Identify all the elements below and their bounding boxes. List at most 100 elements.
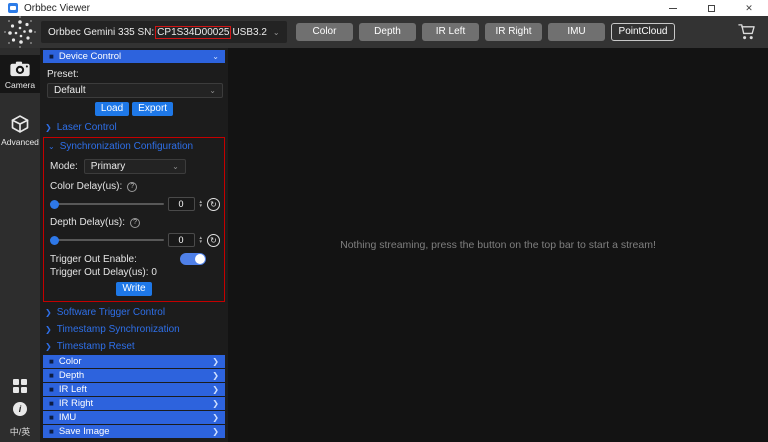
bullet-icon: ■ xyxy=(49,384,54,394)
timestamp-sync-link[interactable]: ❯ Timestamp Synchronization xyxy=(43,321,225,338)
imu-stream-button[interactable]: IMU xyxy=(548,23,605,41)
depth-delay-input[interactable]: 0 xyxy=(167,233,195,247)
section-ir-left-label: IR Left xyxy=(58,384,87,395)
tab-advanced[interactable]: Advanced xyxy=(0,109,40,150)
chevron-right-icon: ❯ xyxy=(212,371,219,380)
section-save-image[interactable]: ■ Save Image ❯ xyxy=(43,425,225,438)
chevron-right-icon: ❯ xyxy=(212,427,219,436)
tab-camera[interactable]: Camera xyxy=(0,55,40,93)
chevron-right-icon: ❯ xyxy=(45,308,52,317)
reset-icon[interactable]: ↻ xyxy=(207,233,220,247)
trigger-out-enable-toggle[interactable] xyxy=(180,253,206,265)
section-depth[interactable]: ■ Depth ❯ xyxy=(43,369,225,382)
sidebar-bottom: i 中/英 xyxy=(10,379,31,442)
section-imu-label: IMU xyxy=(58,412,77,423)
chevron-right-icon: ❯ xyxy=(45,123,52,132)
chevron-right-icon: ❯ xyxy=(212,413,219,422)
mode-value: Primary xyxy=(90,161,126,172)
spin-down-icon[interactable]: ▼ xyxy=(199,239,203,245)
section-ir-left[interactable]: ■ IR Left ❯ xyxy=(43,383,225,396)
color-delay-row: 0 ▲ ▼ ↻ xyxy=(50,197,220,211)
reset-icon[interactable]: ↻ xyxy=(207,197,220,211)
section-color[interactable]: ■ Color ❯ xyxy=(43,355,225,368)
sync-config-label: Synchronization Configuration xyxy=(59,141,194,152)
close-button[interactable]: ✕ xyxy=(730,0,768,16)
export-button[interactable]: Export xyxy=(132,102,174,116)
language-toggle[interactable]: 中/英 xyxy=(10,425,31,438)
laser-control-label: Laser Control xyxy=(56,122,117,133)
apps-grid-icon[interactable] xyxy=(12,379,27,393)
app-icon xyxy=(8,3,18,13)
trigger-out-enable-row: Trigger Out Enable: xyxy=(50,253,220,265)
software-trigger-label: Software Trigger Control xyxy=(56,307,166,318)
section-color-label: Color xyxy=(58,356,82,367)
timestamp-reset-label: Timestamp Reset xyxy=(56,341,135,352)
maximize-button[interactable] xyxy=(692,0,730,16)
synchronization-section: ⌄ Synchronization Configuration Mode: Pr… xyxy=(43,137,225,302)
titlebar: Orbbec Viewer ✕ xyxy=(0,0,768,16)
device-control-title: Device Control xyxy=(58,51,122,62)
bullet-icon: ■ xyxy=(49,51,54,61)
info-icon[interactable]: i xyxy=(12,402,27,416)
minimize-button[interactable] xyxy=(654,0,692,16)
section-imu[interactable]: ■ IMU ❯ xyxy=(43,411,225,424)
device-usb: USB3.2 xyxy=(232,26,267,38)
chevron-down-icon: ⌄ xyxy=(48,142,55,151)
color-delay-input[interactable]: 0 xyxy=(167,197,195,211)
bullet-icon: ■ xyxy=(49,356,54,366)
mode-row: Mode: Primary ⌄ xyxy=(50,159,220,174)
empty-stream-message: Nothing streaming, press the button on t… xyxy=(340,239,656,251)
sync-config-link[interactable]: ⌄ Synchronization Configuration xyxy=(48,139,220,157)
cart-button[interactable] xyxy=(737,23,756,41)
pointcloud-stream-button[interactable]: PointCloud xyxy=(611,23,675,41)
bullet-icon: ■ xyxy=(49,412,54,422)
device-serial: CP1S34D00025 xyxy=(155,25,232,39)
chevron-right-icon: ❯ xyxy=(212,385,219,394)
color-delay-stepper[interactable]: ▲ ▼ xyxy=(199,199,203,209)
bullet-icon: ■ xyxy=(49,370,54,380)
color-delay-label-row: Color Delay(us): ? xyxy=(50,181,220,192)
device-selector[interactable]: Orbbec Gemini 335 SN: CP1S34D00025 USB3.2 … xyxy=(41,21,287,43)
orbbec-logo-icon xyxy=(4,16,36,48)
sidebar: Camera Advanced i 中/英 xyxy=(0,48,40,442)
tab-advanced-label: Advanced xyxy=(1,137,39,147)
preset-value: Default xyxy=(54,85,86,96)
timestamp-reset-link[interactable]: ❯ Timestamp Reset xyxy=(43,338,225,355)
trigger-out-delay-text: Trigger Out Delay(us): 0 xyxy=(50,267,157,278)
slider-thumb[interactable] xyxy=(50,235,59,245)
device-control-header[interactable]: ■ Device Control ⌄ xyxy=(43,50,225,63)
ir-left-stream-button[interactable]: IR Left xyxy=(422,23,479,41)
preset-dropdown[interactable]: Default ⌄ xyxy=(47,83,223,98)
depth-delay-label: Depth Delay(us): xyxy=(50,217,126,228)
write-row: Write xyxy=(48,282,220,296)
chevron-right-icon: ❯ xyxy=(212,357,219,366)
slider-thumb[interactable] xyxy=(50,199,59,209)
color-delay-slider[interactable] xyxy=(50,199,164,209)
laser-control-link[interactable]: ❯ Laser Control xyxy=(43,119,225,136)
depth-delay-label-row: Depth Delay(us): ? xyxy=(50,217,220,228)
help-icon[interactable]: ? xyxy=(130,217,141,228)
depth-delay-stepper[interactable]: ▲ ▼ xyxy=(199,235,203,245)
write-button[interactable]: Write xyxy=(116,282,152,296)
mode-dropdown[interactable]: Primary ⌄ xyxy=(83,159,186,174)
load-button[interactable]: Load xyxy=(94,102,130,116)
software-trigger-link[interactable]: ❯ Software Trigger Control xyxy=(43,304,225,321)
spin-down-icon[interactable]: ▼ xyxy=(199,203,203,209)
toolbar: Orbbec Gemini 335 SN: CP1S34D00025 USB3.2 … xyxy=(0,16,768,48)
ir-right-stream-button[interactable]: IR Right xyxy=(485,23,542,41)
tab-camera-label: Camera xyxy=(4,80,36,90)
depth-stream-button[interactable]: Depth xyxy=(359,23,416,41)
color-delay-label: Color Delay(us): xyxy=(50,181,123,192)
window-title: Orbbec Viewer xyxy=(24,2,90,14)
depth-delay-slider[interactable] xyxy=(50,235,164,245)
section-ir-right[interactable]: ■ IR Right ❯ xyxy=(43,397,225,410)
stream-viewport: Nothing streaming, press the button on t… xyxy=(228,48,768,442)
camera-icon xyxy=(10,61,30,77)
timestamp-sync-label: Timestamp Synchronization xyxy=(56,324,180,335)
color-stream-button[interactable]: Color xyxy=(296,23,353,41)
help-icon[interactable]: ? xyxy=(127,181,138,192)
window-controls: ✕ xyxy=(654,0,768,16)
stream-button-group: Color Depth IR Left IR Right IMU PointCl… xyxy=(296,23,675,41)
chevron-right-icon: ❯ xyxy=(212,399,219,408)
depth-delay-row: 0 ▲ ▼ ↻ xyxy=(50,233,220,247)
